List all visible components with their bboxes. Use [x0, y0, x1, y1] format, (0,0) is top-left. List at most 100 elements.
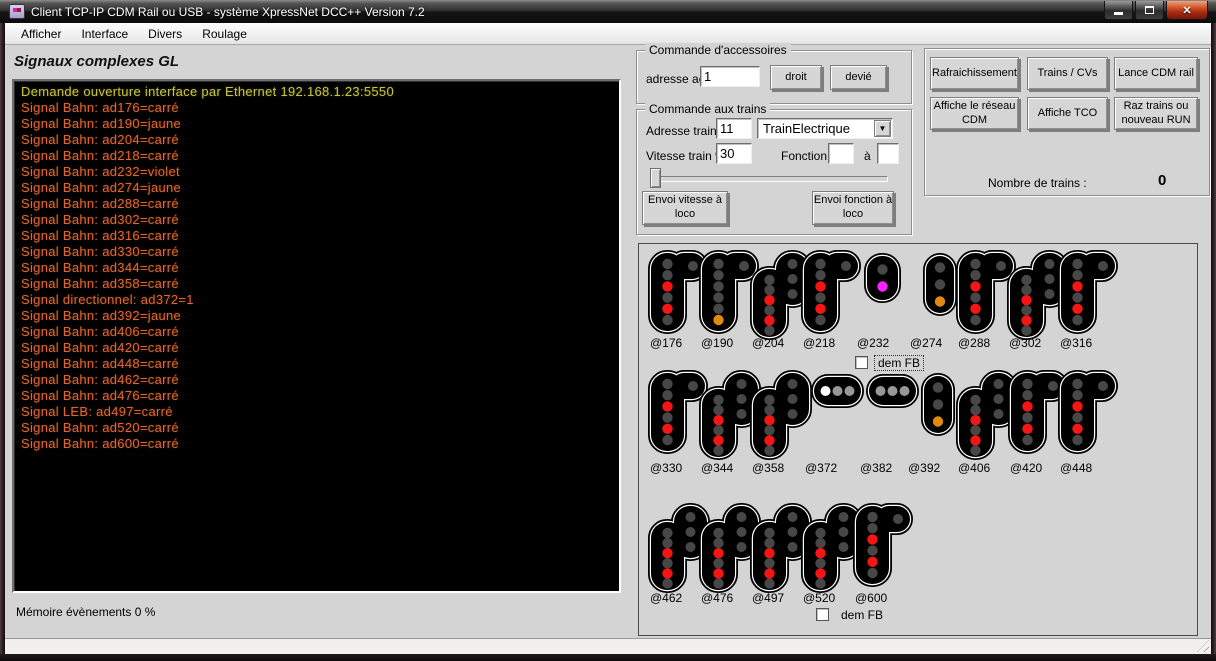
dem-fb-checkbox-1[interactable]: [855, 356, 868, 369]
signal-label-@204: @204: [752, 336, 784, 350]
window-controls: ✕: [1104, 1, 1208, 20]
console-line: Signal directionnel: ad372=1: [21, 292, 619, 308]
signal-label-@476: @476: [701, 591, 733, 605]
devie-button[interactable]: devié: [830, 65, 887, 90]
train-address-input[interactable]: [716, 118, 752, 139]
page-title: Signaux complexes GL: [14, 53, 179, 70]
signal-log-console[interactable]: Demande ouverture interface par Ethernet…: [12, 79, 621, 593]
menu-item-afficher[interactable]: Afficher: [11, 25, 71, 43]
train-type-select[interactable]: TrainElectrique ▼: [757, 118, 893, 139]
console-line: Signal LEB: ad497=carré: [21, 404, 619, 420]
train-count-label: Nombre de trains :: [988, 176, 1087, 190]
dem-fb-label-1: dem FB: [875, 356, 923, 370]
signal-label-@344: @344: [701, 461, 733, 475]
signal-label-@288: @288: [958, 336, 990, 350]
console-line: Signal Bahn: ad406=carré: [21, 324, 619, 340]
signal-label-@372: @372: [805, 461, 837, 475]
signal-label-@520: @520: [803, 591, 835, 605]
window-frame-bottom: [0, 654, 1216, 661]
to-label: à: [864, 149, 871, 163]
signal-label-@497: @497: [752, 591, 784, 605]
menu-item-interface[interactable]: Interface: [71, 25, 138, 43]
signal-graphic-@232: [861, 250, 904, 306]
console-line: Signal Bahn: ad448=carré: [21, 356, 619, 372]
menu-item-divers[interactable]: Divers: [138, 25, 192, 43]
signal-label-@406: @406: [958, 461, 990, 475]
function-from-input[interactable]: [828, 143, 854, 164]
signal-graphic-@382: [863, 371, 922, 411]
dem-fb-label-2: dem FB: [838, 608, 886, 622]
signal-graphic-@358: [747, 367, 815, 463]
minimize-icon: [1114, 12, 1123, 15]
send-function-button[interactable]: Envoi fonction à loco: [812, 191, 894, 225]
console-line: Signal Bahn: ad316=carré: [21, 228, 619, 244]
signal-graphic-@600: [850, 500, 917, 590]
statusbar: [5, 638, 1211, 654]
signal-graphic-@316: [1055, 247, 1122, 337]
droit-button[interactable]: droit: [770, 65, 822, 90]
console-line: Signal Bahn: ad392=jaune: [21, 308, 619, 324]
signal-label-@600: @600: [855, 591, 887, 605]
train-group-title: Commande aux trains: [645, 102, 770, 116]
train-count-value: 0: [1158, 172, 1166, 189]
raz-trains-button[interactable]: Raz trains ou nouveau RUN: [1114, 97, 1198, 130]
train-type-value: TrainElectrique: [763, 121, 850, 136]
signal-graphic-@392: [918, 370, 958, 439]
signal-label-@392: @392: [908, 461, 940, 475]
minimize-button[interactable]: [1104, 1, 1133, 20]
signal-label-@420: @420: [1010, 461, 1042, 475]
console-line: Signal Bahn: ad302=carré: [21, 212, 619, 228]
maximize-button[interactable]: [1135, 1, 1164, 20]
accessory-group-title: Commande d'accessoires: [645, 43, 791, 57]
menu-item-roulage[interactable]: Roulage: [192, 25, 257, 43]
speed-slider-track[interactable]: [650, 176, 888, 182]
signal-graphic-@372: [808, 371, 867, 411]
affiche-reseau-button[interactable]: Affiche le réseau CDM: [930, 97, 1019, 130]
speed-input[interactable]: [716, 143, 752, 164]
speed-slider-handle[interactable]: [650, 168, 661, 188]
console-line: Signal Bahn: ad344=carré: [21, 260, 619, 276]
window-frame-left: [0, 23, 5, 654]
signal-graphic-@218: [798, 247, 865, 337]
affiche-tco-button[interactable]: Affiche TCO: [1027, 97, 1108, 130]
signal-label-@358: @358: [752, 461, 784, 475]
signal-graphic-@448: [1055, 367, 1122, 457]
console-line: Signal Bahn: ad358=carré: [21, 276, 619, 292]
train-address-label: Adresse train :: [646, 124, 723, 138]
console-line: Signal Bahn: ad520=carré: [21, 420, 619, 436]
console-line: Signal Bahn: ad288=carré: [21, 196, 619, 212]
signal-label-@190: @190: [701, 336, 733, 350]
function-to-input[interactable]: [877, 143, 899, 164]
signal-label-@274: @274: [910, 336, 942, 350]
console-line: Signal Bahn: ad274=jaune: [21, 180, 619, 196]
lance-cdm-rail-button[interactable]: Lance CDM rail: [1114, 57, 1198, 90]
signal-label-@218: @218: [803, 336, 835, 350]
signal-label-@330: @330: [650, 461, 682, 475]
rafraichissement-button[interactable]: Rafraichissement: [930, 57, 1019, 90]
titlebar[interactable]: Client TCP-IP CDM Rail ou USB - système …: [0, 0, 1216, 23]
signal-display-panel: @176@190@204@218@232@274@288@302@316@330…: [638, 243, 1198, 636]
app-window: Client TCP-IP CDM Rail ou USB - système …: [0, 0, 1216, 661]
console-line: Signal Bahn: ad330=carré: [21, 244, 619, 260]
resize-grip-icon[interactable]: [1197, 640, 1209, 652]
speed-label: Vitesse train %: [646, 149, 726, 163]
close-button[interactable]: ✕: [1166, 1, 1208, 20]
dem-fb-checkbox-2[interactable]: [816, 608, 829, 621]
signal-label-@382: @382: [860, 461, 892, 475]
function-label: Fonction:: [781, 149, 830, 163]
memory-status: Mémoire évènements 0 %: [16, 605, 155, 619]
accessory-address-input[interactable]: [700, 66, 760, 87]
console-line: Demande ouverture interface par Ethernet…: [21, 84, 619, 100]
chevron-down-icon[interactable]: ▼: [874, 120, 891, 137]
send-speed-button[interactable]: Envoi vitesse à loco: [642, 191, 728, 225]
console-line: Signal Bahn: ad476=carré: [21, 388, 619, 404]
signal-label-@316: @316: [1060, 336, 1092, 350]
console-line: Signal Bahn: ad176=carré: [21, 100, 619, 116]
console-line: Signal Bahn: ad420=carré: [21, 340, 619, 356]
console-line: Signal Bahn: ad600=carré: [21, 436, 619, 452]
window-title: Client TCP-IP CDM Rail ou USB - système …: [31, 5, 425, 19]
signal-label-@232: @232: [857, 336, 889, 350]
signal-label-@176: @176: [650, 336, 682, 350]
signal-label-@462: @462: [650, 591, 682, 605]
trains-cvs-button[interactable]: Trains / CVs: [1027, 57, 1108, 90]
